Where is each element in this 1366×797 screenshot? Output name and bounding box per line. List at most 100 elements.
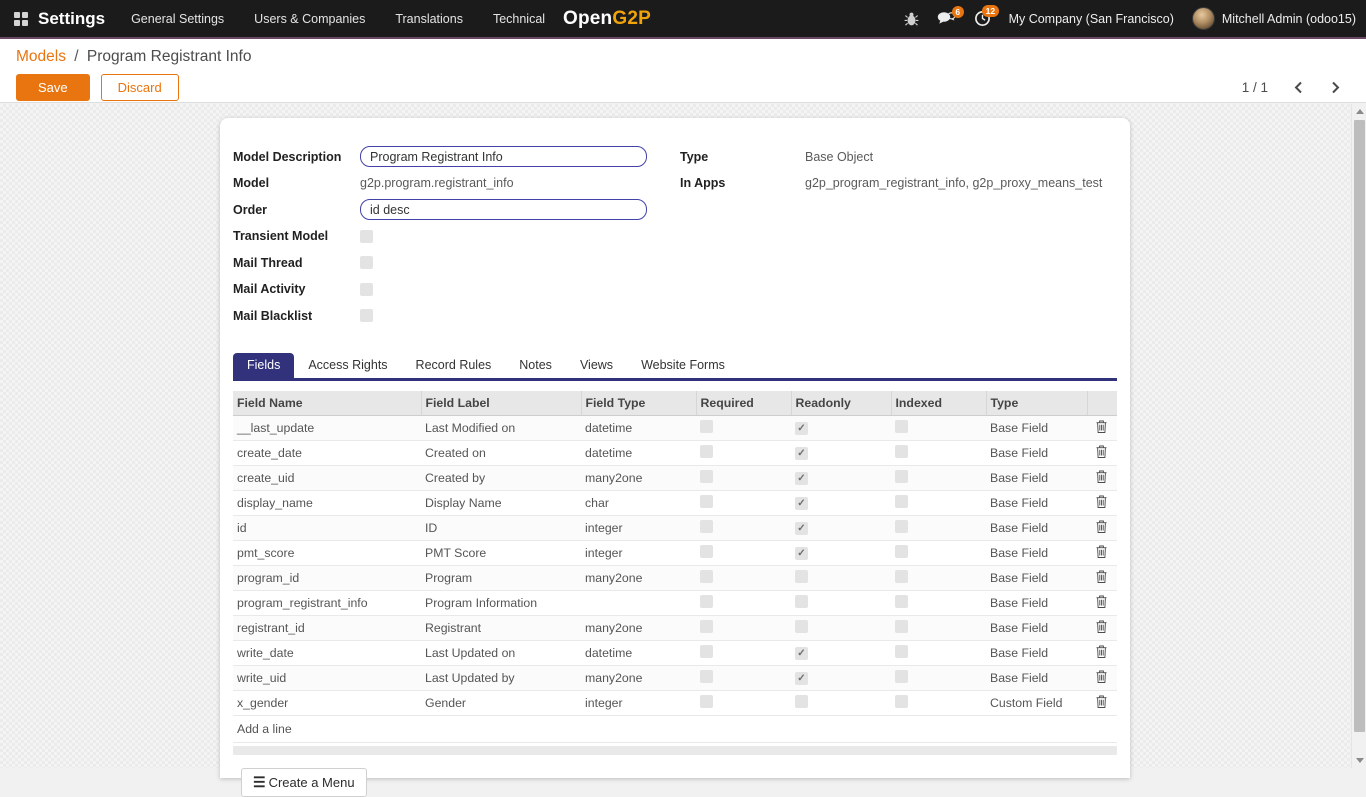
- cell-field-type[interactable]: integer: [581, 540, 696, 565]
- delete-row-button[interactable]: [1087, 590, 1117, 615]
- header-required[interactable]: Required: [696, 391, 791, 416]
- cell-type[interactable]: Base Field: [986, 640, 1087, 665]
- required-checkbox[interactable]: [700, 545, 713, 558]
- delete-row-button[interactable]: [1087, 415, 1117, 440]
- delete-row-button[interactable]: [1087, 515, 1117, 540]
- indexed-checkbox[interactable]: [895, 445, 908, 458]
- table-row[interactable]: x_gender Gender integer Custom Field: [233, 690, 1117, 715]
- required-checkbox[interactable]: [700, 520, 713, 533]
- scrollbar-thumb[interactable]: [1354, 120, 1365, 732]
- header-field-type[interactable]: Field Type: [581, 391, 696, 416]
- readonly-checkbox[interactable]: [795, 422, 808, 435]
- readonly-checkbox[interactable]: [795, 497, 808, 510]
- indexed-checkbox[interactable]: [895, 470, 908, 483]
- cell-field-type[interactable]: datetime: [581, 415, 696, 440]
- cell-type[interactable]: Base Field: [986, 540, 1087, 565]
- table-horizontal-scrollbar[interactable]: [233, 746, 1117, 755]
- indexed-checkbox[interactable]: [895, 645, 908, 658]
- table-row[interactable]: pmt_score PMT Score integer Base Field: [233, 540, 1117, 565]
- cell-field-type[interactable]: integer: [581, 515, 696, 540]
- cell-field-name[interactable]: create_date: [233, 440, 421, 465]
- cell-field-name[interactable]: display_name: [233, 490, 421, 515]
- cell-type[interactable]: Custom Field: [986, 690, 1087, 715]
- indexed-checkbox[interactable]: [895, 420, 908, 433]
- readonly-checkbox[interactable]: [795, 647, 808, 660]
- menu-item-general-settings[interactable]: General Settings: [131, 12, 224, 26]
- header-field-name[interactable]: Field Name: [233, 391, 421, 416]
- company-switcher[interactable]: My Company (San Francisco): [1009, 12, 1174, 26]
- cell-field-label[interactable]: Display Name: [421, 490, 581, 515]
- cell-field-name[interactable]: pmt_score: [233, 540, 421, 565]
- readonly-checkbox[interactable]: [795, 472, 808, 485]
- cell-field-label[interactable]: Created on: [421, 440, 581, 465]
- table-row[interactable]: create_uid Created by many2one Base Fiel…: [233, 465, 1117, 490]
- required-checkbox[interactable]: [700, 470, 713, 483]
- cell-field-name[interactable]: create_uid: [233, 465, 421, 490]
- app-title[interactable]: Settings: [38, 9, 105, 29]
- vertical-scrollbar[interactable]: [1351, 104, 1366, 768]
- required-checkbox[interactable]: [700, 670, 713, 683]
- required-checkbox[interactable]: [700, 420, 713, 433]
- header-field-label[interactable]: Field Label: [421, 391, 581, 416]
- cell-field-type[interactable]: many2one: [581, 465, 696, 490]
- indexed-checkbox[interactable]: [895, 520, 908, 533]
- tab-notes[interactable]: Notes: [505, 353, 566, 378]
- cell-field-label[interactable]: Last Modified on: [421, 415, 581, 440]
- menu-item-users-companies[interactable]: Users & Companies: [254, 12, 365, 26]
- cell-field-label[interactable]: Registrant: [421, 615, 581, 640]
- required-checkbox[interactable]: [700, 570, 713, 583]
- cell-type[interactable]: Base Field: [986, 615, 1087, 640]
- cell-field-type[interactable]: datetime: [581, 440, 696, 465]
- scroll-down-arrow[interactable]: [1356, 758, 1364, 763]
- mail-activity-checkbox[interactable]: [360, 283, 373, 296]
- readonly-checkbox[interactable]: [795, 522, 808, 535]
- indexed-checkbox[interactable]: [895, 670, 908, 683]
- cell-field-type[interactable]: many2one: [581, 565, 696, 590]
- activities-clock-icon[interactable]: 12: [974, 10, 991, 27]
- delete-row-button[interactable]: [1087, 690, 1117, 715]
- delete-row-button[interactable]: [1087, 440, 1117, 465]
- cell-type[interactable]: Base Field: [986, 440, 1087, 465]
- mail-thread-checkbox[interactable]: [360, 256, 373, 269]
- cell-field-name[interactable]: program_id: [233, 565, 421, 590]
- table-row[interactable]: __last_update Last Modified on datetime …: [233, 415, 1117, 440]
- debug-bug-icon[interactable]: [904, 11, 919, 27]
- cell-field-type[interactable]: char: [581, 490, 696, 515]
- cell-type[interactable]: Base Field: [986, 590, 1087, 615]
- cell-field-label[interactable]: Last Updated by: [421, 665, 581, 690]
- indexed-checkbox[interactable]: [895, 595, 908, 608]
- cell-field-label[interactable]: Created by: [421, 465, 581, 490]
- readonly-checkbox[interactable]: [795, 695, 808, 708]
- apps-grid-icon[interactable]: [14, 12, 28, 26]
- transient-model-checkbox[interactable]: [360, 230, 373, 243]
- table-row[interactable]: write_date Last Updated on datetime Base…: [233, 640, 1117, 665]
- cell-field-type[interactable]: many2one: [581, 665, 696, 690]
- tab-access-rights[interactable]: Access Rights: [294, 353, 401, 378]
- menu-item-translations[interactable]: Translations: [395, 12, 463, 26]
- create-menu-button[interactable]: ☰ Create a Menu: [241, 768, 367, 797]
- cell-field-label[interactable]: Gender: [421, 690, 581, 715]
- cell-field-label[interactable]: PMT Score: [421, 540, 581, 565]
- order-input[interactable]: [360, 199, 647, 220]
- cell-field-name[interactable]: write_uid: [233, 665, 421, 690]
- cell-type[interactable]: Base Field: [986, 415, 1087, 440]
- indexed-checkbox[interactable]: [895, 570, 908, 583]
- cell-field-name[interactable]: x_gender: [233, 690, 421, 715]
- table-row[interactable]: display_name Display Name char Base Fiel…: [233, 490, 1117, 515]
- add-a-line-link[interactable]: Add a line: [233, 715, 1117, 742]
- user-menu[interactable]: Mitchell Admin (odoo15): [1192, 7, 1356, 30]
- table-row[interactable]: id ID integer Base Field: [233, 515, 1117, 540]
- cell-field-type[interactable]: datetime: [581, 640, 696, 665]
- delete-row-button[interactable]: [1087, 540, 1117, 565]
- cell-field-label[interactable]: Last Updated on: [421, 640, 581, 665]
- readonly-checkbox[interactable]: [795, 620, 808, 633]
- cell-field-name[interactable]: write_date: [233, 640, 421, 665]
- menu-item-technical[interactable]: Technical: [493, 12, 545, 26]
- cell-type[interactable]: Base Field: [986, 465, 1087, 490]
- delete-row-button[interactable]: [1087, 640, 1117, 665]
- pager-value[interactable]: 1 / 1: [1242, 80, 1268, 95]
- cell-field-name[interactable]: program_registrant_info: [233, 590, 421, 615]
- indexed-checkbox[interactable]: [895, 495, 908, 508]
- cell-field-name[interactable]: __last_update: [233, 415, 421, 440]
- cell-field-type[interactable]: [581, 590, 696, 615]
